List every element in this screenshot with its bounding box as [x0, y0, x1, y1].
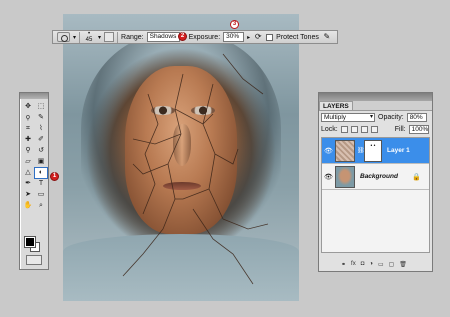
protect-tones-label: Protect Tones	[276, 33, 319, 41]
eyedropper-icon[interactable]: ⌇	[35, 124, 47, 134]
foreground-color-swatch[interactable]	[24, 236, 36, 248]
document-canvas[interactable]	[63, 14, 299, 301]
fill-label: Fill:	[394, 125, 406, 133]
lock-all-icon[interactable]	[370, 125, 378, 133]
history-brush-icon[interactable]: ↺	[35, 146, 47, 156]
fill-field[interactable]: 100%	[408, 124, 429, 134]
layers-list: 👁 ⛓ • • Layer 1 👁 Background 🔒	[321, 137, 430, 253]
callout-3: 3	[230, 20, 239, 29]
brush-size-picker[interactable]: • 45	[83, 31, 95, 43]
brush-chevron-icon[interactable]: ▾	[98, 34, 101, 41]
options-bar: ▾ • 45 ▾ Range: Shadows ▾ Exposure: 30% …	[52, 30, 338, 44]
callout-2: 2	[178, 32, 187, 41]
new-group-icon[interactable]: ▭	[378, 261, 384, 268]
chevron-down-icon[interactable]: ▾	[73, 34, 76, 41]
quick-select-icon[interactable]: ✎	[35, 113, 47, 123]
separator	[79, 31, 81, 43]
clone-stamp-icon[interactable]: ⚲	[22, 146, 34, 156]
layers-footer: ⚭ fx ◘ ◑ ▭ ▢ 🗑	[321, 259, 430, 269]
eraser-icon[interactable]: ▱	[22, 157, 34, 167]
tools-grid: ✥ ⬚ ϙ ✎ ⌗ ⌇ ✚ ✐ ⚲ ↺ ▱ ▣ △ ◐ ✒ T ➤ ▭ ✋ ⌕	[20, 99, 48, 214]
tool-preset-picker[interactable]	[57, 32, 70, 42]
crack-texture	[122, 53, 269, 285]
blur-icon[interactable]: △	[22, 168, 34, 178]
link-layers-icon[interactable]: ⚭	[341, 261, 346, 268]
callout-1: 1	[50, 172, 59, 181]
pen-icon[interactable]: ✒	[22, 179, 34, 189]
gradient-icon[interactable]: ▣	[35, 157, 47, 167]
range-label: Range:	[121, 33, 144, 41]
opacity-label: Opacity:	[378, 113, 404, 121]
marquee-icon[interactable]: ⬚	[35, 102, 47, 112]
layer-thumbnail	[335, 165, 355, 188]
healing-brush-icon[interactable]: ✚	[22, 135, 34, 145]
layers-panel-titlebar[interactable]	[319, 93, 432, 101]
layer-row-layer-1[interactable]: 👁 ⛓ • • Layer 1	[322, 138, 429, 164]
exposure-field[interactable]: 30%	[223, 32, 245, 42]
burn-tool-icon[interactable]: ◐	[34, 167, 48, 179]
layer-name: Background	[360, 173, 398, 180]
protect-tones-checkbox[interactable]	[266, 33, 274, 41]
visibility-eye-icon[interactable]: 👁	[324, 173, 333, 181]
fx-icon[interactable]: fx	[351, 261, 356, 267]
quick-mask-button[interactable]	[26, 255, 42, 265]
link-icon[interactable]: ⛓	[357, 147, 365, 154]
separator	[117, 31, 119, 43]
tools-panel: ✥ ⬚ ϙ ✎ ⌗ ⌇ ✚ ✐ ⚲ ↺ ▱ ▣ △ ◐ ✒ T ➤ ▭ ✋ ⌕	[19, 92, 49, 270]
layer-row-background[interactable]: 👁 Background 🔒	[322, 164, 429, 190]
lock-icon: 🔒	[412, 173, 421, 181]
pressure-icon[interactable]: ✎	[322, 32, 332, 42]
lock-position-icon[interactable]	[360, 125, 368, 133]
layer-name: Layer 1	[387, 147, 410, 154]
shape-icon[interactable]: ▭	[35, 190, 47, 200]
layers-panel: LAYERS Multiply Opacity: 80% Lock: Fill:…	[318, 92, 433, 272]
opacity-field[interactable]: 80%	[406, 112, 427, 122]
range-select[interactable]: Shadows	[146, 32, 180, 42]
lasso-icon[interactable]: ϙ	[22, 113, 34, 123]
visibility-eye-icon[interactable]: 👁	[324, 147, 333, 155]
panel-tabs: LAYERS	[319, 101, 432, 111]
add-mask-icon[interactable]: ◘	[361, 261, 365, 267]
layer-mask-thumbnail[interactable]: • •	[364, 139, 382, 162]
delete-layer-icon[interactable]: 🗑	[399, 261, 407, 268]
adjustment-layer-icon[interactable]: ◑	[369, 261, 373, 267]
brush-size-value: 45	[85, 37, 93, 43]
blend-mode-select[interactable]: Multiply	[321, 112, 375, 122]
move-icon[interactable]: ✥	[22, 102, 34, 112]
lock-label: Lock:	[321, 125, 338, 133]
blend-row: Multiply Opacity: 80%	[319, 111, 432, 123]
exposure-chevron-icon[interactable]: ▸	[247, 34, 250, 41]
zoom-icon[interactable]: ⌕	[35, 201, 47, 211]
brush-icon[interactable]: ✐	[35, 135, 47, 145]
type-icon[interactable]: T	[35, 179, 47, 189]
exposure-label: Exposure:	[188, 33, 221, 41]
crop-icon[interactable]: ⌗	[22, 124, 34, 134]
brush-panel-button[interactable]	[104, 32, 115, 42]
layer-thumbnail	[335, 139, 355, 162]
lock-pixels-icon[interactable]	[350, 125, 358, 133]
new-layer-icon[interactable]: ▢	[389, 261, 395, 268]
lock-row: Lock: Fill: 100%	[319, 123, 432, 135]
path-select-icon[interactable]: ➤	[22, 190, 34, 200]
hand-icon[interactable]: ✋	[22, 201, 34, 211]
airbrush-icon[interactable]: ⟳	[253, 32, 263, 42]
lock-transparency-icon[interactable]	[340, 125, 348, 133]
tab-layers[interactable]: LAYERS	[319, 101, 353, 110]
